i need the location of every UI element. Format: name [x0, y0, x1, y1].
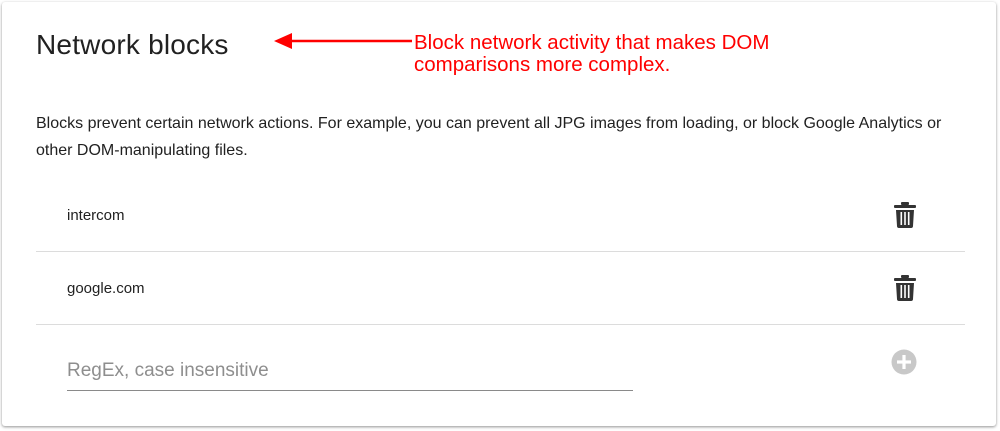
block-pattern-label: intercom: [67, 206, 125, 224]
plus-circle-icon[interactable]: [890, 348, 918, 376]
trash-icon: [894, 275, 916, 301]
block-row: google.com: [36, 252, 965, 325]
trash-icon: [894, 202, 916, 228]
regex-pattern-input[interactable]: [67, 355, 633, 391]
block-pattern-label: google.com: [67, 279, 145, 297]
new-block-row: [36, 325, 965, 405]
delete-block-button[interactable]: [892, 200, 918, 230]
block-row: intercom: [36, 179, 965, 252]
annotation-arrow-icon: [274, 33, 412, 49]
annotation-text: Block network activity that makes DOM co…: [414, 31, 770, 76]
page-title: Network blocks: [36, 29, 229, 60]
section-description: Blocks prevent certain network actions. …: [36, 115, 942, 159]
network-blocks-card: Network blocks Block network activity th…: [2, 2, 996, 426]
delete-block-button[interactable]: [892, 273, 918, 303]
